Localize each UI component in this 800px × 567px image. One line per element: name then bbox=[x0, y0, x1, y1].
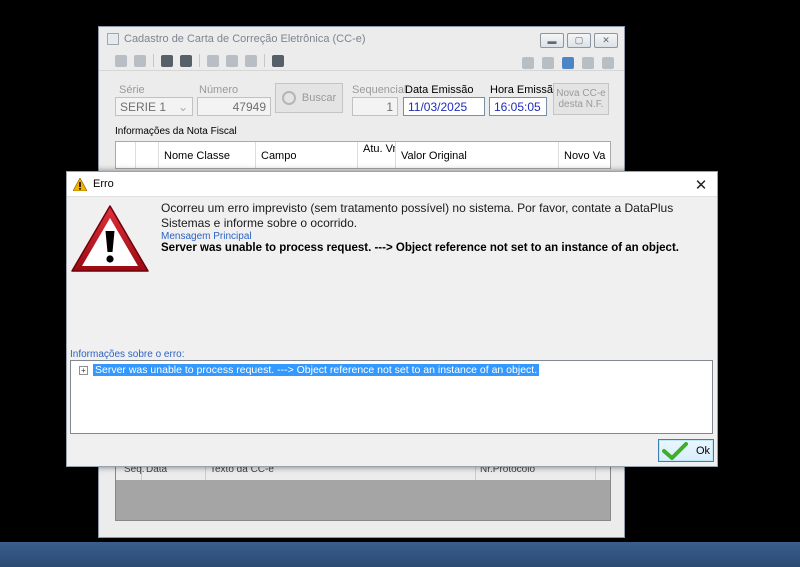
toolbar-separator bbox=[264, 54, 265, 67]
report-icon[interactable] bbox=[522, 57, 534, 69]
nota-fiscal-grid: Nome Classe Campo Atu. Vr. NF. Valor Ori… bbox=[115, 141, 611, 169]
serie-select[interactable]: SERIE 1 ⌄ bbox=[115, 97, 193, 116]
numero-field[interactable]: 47949 bbox=[197, 97, 271, 116]
error-details-tree[interactable]: + Server was unable to process request. … bbox=[70, 360, 713, 434]
maximize-button[interactable]: ▢ bbox=[567, 33, 591, 48]
grid-row-header bbox=[116, 142, 136, 168]
print-icon[interactable] bbox=[245, 54, 257, 67]
grid-header: Data bbox=[142, 466, 206, 480]
error-warning-icon bbox=[71, 205, 149, 272]
grid-header: Atu. Vr. NF. bbox=[358, 142, 396, 168]
grid-header: Seq. bbox=[116, 466, 145, 480]
serie-label: Série bbox=[119, 84, 145, 96]
grid-header: Campo bbox=[256, 142, 358, 168]
delete-icon[interactable] bbox=[207, 54, 219, 67]
refresh-icon[interactable] bbox=[562, 57, 574, 69]
grid-header: Nr.Protocolo bbox=[476, 466, 596, 480]
data-emissao-label: Data Emissão bbox=[405, 84, 474, 96]
numero-label: Número bbox=[199, 84, 239, 96]
data-emissao-field[interactable]: 11/03/2025 bbox=[403, 97, 485, 116]
expand-icon[interactable]: + bbox=[79, 365, 88, 375]
toolbar-separator bbox=[199, 54, 200, 67]
buscar-button[interactable]: Buscar bbox=[275, 83, 343, 113]
save-icon[interactable] bbox=[161, 54, 173, 67]
settings-icon[interactable] bbox=[542, 57, 554, 69]
error-dialog-titlebar: Erro bbox=[67, 172, 717, 197]
main-message: Server was unable to process request. --… bbox=[161, 242, 679, 254]
warning-icon bbox=[73, 177, 87, 191]
taskbar bbox=[0, 542, 800, 567]
close-icon[interactable]: ✕ bbox=[693, 176, 709, 194]
ok-button[interactable]: Ok bbox=[658, 439, 714, 462]
grid-header: Novo Va bbox=[564, 150, 606, 162]
nota-fiscal-section-label: Informações da Nota Fiscal bbox=[115, 126, 237, 137]
error-message: Ocorreu um erro imprevisto (sem tratamen… bbox=[161, 201, 674, 230]
grid-icon[interactable] bbox=[226, 54, 238, 67]
checkmark-icon bbox=[662, 441, 688, 460]
serie-value: SERIE 1 bbox=[120, 100, 167, 114]
close-window-button[interactable]: ✕ bbox=[594, 33, 618, 48]
cce-history-header: Seq. Data Texto da CC-e Nr.Protocolo bbox=[116, 466, 610, 480]
search-icon bbox=[281, 91, 296, 105]
hora-emissao-field[interactable]: 16:05:05 bbox=[489, 97, 547, 116]
undo-icon[interactable] bbox=[180, 54, 192, 67]
email-icon[interactable] bbox=[272, 54, 284, 67]
buscar-label: Buscar bbox=[301, 92, 337, 104]
main-window-title: Cadastro de Carta de Correção Eletrônica… bbox=[124, 33, 366, 45]
nova-cce-button[interactable]: Nova CC-e desta N.F. bbox=[553, 83, 609, 115]
minimize-button[interactable]: ▬ bbox=[540, 33, 564, 48]
sequencial-field[interactable]: 1 bbox=[352, 97, 398, 116]
new-icon[interactable] bbox=[115, 54, 127, 67]
exit-icon[interactable] bbox=[602, 57, 614, 69]
grid-header: Valor Original bbox=[396, 142, 559, 168]
grid-check-col bbox=[136, 142, 159, 168]
grid-header: Texto da CC-e bbox=[206, 466, 476, 480]
tree-item[interactable]: + Server was unable to process request. … bbox=[79, 364, 540, 376]
app-icon bbox=[107, 33, 119, 45]
chevron-down-icon: ⌄ bbox=[177, 100, 188, 114]
sequencial-label: Sequencial bbox=[352, 84, 407, 96]
main-message-label: Mensagem Principal bbox=[161, 231, 252, 242]
error-dialog-title: Erro bbox=[93, 178, 114, 190]
cce-history-grid: Seq. Data Texto da CC-e Nr.Protocolo bbox=[115, 465, 611, 521]
ok-label: Ok bbox=[696, 444, 711, 457]
toolbar-separator bbox=[153, 54, 154, 67]
error-info-label: Informações sobre o erro: bbox=[70, 349, 185, 360]
hora-emissao-label: Hora Emissão bbox=[490, 84, 560, 96]
cancel-icon[interactable] bbox=[134, 54, 146, 67]
tree-item-label[interactable]: Server was unable to process request. --… bbox=[93, 364, 540, 376]
grid-header: Nome Classe bbox=[159, 142, 256, 168]
user-icon[interactable] bbox=[582, 57, 594, 69]
error-dialog: Erro ✕ Ocorreu um erro imprevisto (sem t… bbox=[66, 171, 718, 467]
